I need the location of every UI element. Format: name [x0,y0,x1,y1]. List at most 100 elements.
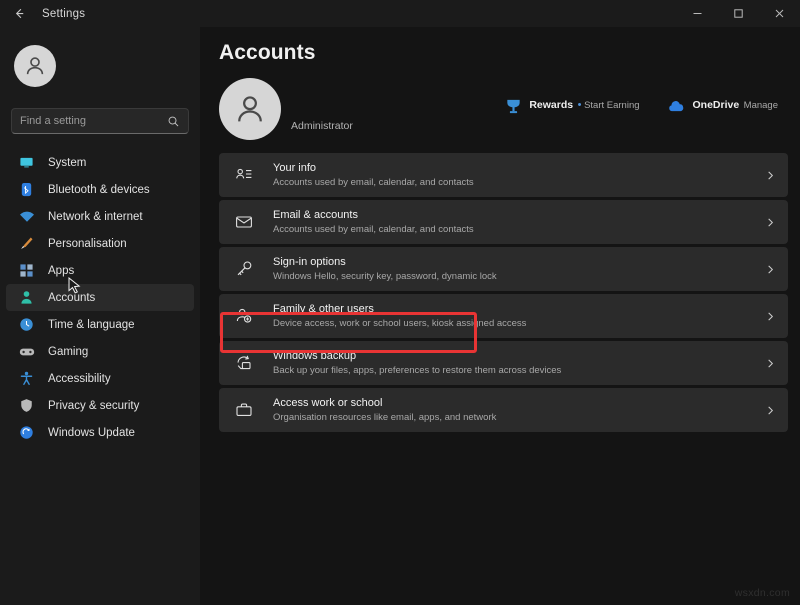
sidebar-item-time-language[interactable]: Time & language [6,311,194,338]
sidebar-item-system[interactable]: System [6,149,194,176]
row-subtitle: Back up your files, apps, preferences to… [273,364,765,377]
window-controls [677,0,800,27]
account-avatar [219,78,281,140]
search-input[interactable] [20,115,167,127]
person-icon [18,289,35,306]
chevron-right-icon [765,358,776,369]
clock-icon [18,316,35,333]
sidebar-item-label: Network & internet [48,211,143,223]
sidebar-item-label: Privacy & security [48,400,139,412]
key-icon [234,259,254,279]
sidebar-item-privacy-security[interactable]: Privacy & security [6,392,194,419]
onedrive-link[interactable]: OneDrive Manage [668,95,778,115]
backup-sync-icon [234,353,254,373]
row-subtitle: Device access, work or school users, kio… [273,317,765,330]
maximize-button[interactable] [718,0,759,27]
sidebar-item-accessibility[interactable]: Accessibility [6,365,194,392]
row-sign-in-options[interactable]: Sign-in options Windows Hello, security … [219,247,788,291]
sidebar-item-apps[interactable]: Apps [6,257,194,284]
row-text: Windows backup Back up your files, apps,… [273,349,765,377]
chevron-right-icon [765,264,776,275]
row-email-accounts[interactable]: Email & accounts Accounts used by email,… [219,200,788,244]
shield-icon [18,397,35,414]
mouse-cursor [68,277,81,296]
header-links: Rewards • Start Earning OneDrive Manage [504,95,778,115]
chevron-right-icon [765,170,776,181]
watermark: wsxdn.com [735,587,790,599]
minimize-button[interactable] [677,0,718,27]
person-list-icon [234,165,254,185]
settings-window: Settings [0,0,800,605]
wifi-icon [18,208,35,225]
rewards-text: Rewards • Start Earning [529,95,639,113]
row-family-other-users[interactable]: Family & other users Device access, work… [219,294,788,338]
row-title: Access work or school [273,396,765,410]
apps-grid-icon [18,262,35,279]
accessibility-icon [18,370,35,387]
row-title: Sign-in options [273,255,765,269]
sidebar-item-personalisation[interactable]: Personalisation [6,230,194,257]
status-dot-icon: • [578,99,582,111]
sidebar-item-label: Accessibility [48,373,111,385]
sidebar-item-bluetooth-devices[interactable]: Bluetooth & devices [6,176,194,203]
row-title: Your info [273,161,765,175]
onedrive-subtitle: Manage [744,100,778,111]
sidebar-item-label: Bluetooth & devices [48,184,150,196]
sidebar-profile[interactable] [0,37,200,87]
settings-rows: Your info Accounts used by email, calend… [219,153,788,432]
row-title: Email & accounts [273,208,765,222]
sidebar-item-label: Personalisation [48,238,127,250]
row-windows-backup[interactable]: Windows backup Back up your files, apps,… [219,341,788,385]
onedrive-title: OneDrive [693,99,740,111]
rewards-title: Rewards [529,99,573,111]
sidebar-item-label: Time & language [48,319,135,331]
search-icon [167,115,180,128]
back-button[interactable] [0,0,38,27]
envelope-icon [234,212,254,232]
sidebar-item-windows-update[interactable]: Windows Update [6,419,194,446]
row-your-info[interactable]: Your info Accounts used by email, calend… [219,153,788,197]
sidebar-item-gaming[interactable]: Gaming [6,338,194,365]
monitor-icon [18,154,35,171]
main-content: Accounts Administrator Rewards • Start E… [200,27,800,605]
rewards-trophy-icon [504,97,522,115]
onedrive-text: OneDrive Manage [693,95,778,113]
sidebar-item-label: System [48,157,86,169]
paintbrush-icon [18,235,35,252]
onedrive-cloud-icon [668,97,686,115]
row-text: Family & other users Device access, work… [273,302,765,330]
chevron-right-icon [765,405,776,416]
close-button[interactable] [759,0,800,27]
rewards-link[interactable]: Rewards • Start Earning [504,95,639,115]
page-title: Accounts [219,41,800,65]
row-title: Windows backup [273,349,765,363]
person-add-icon [234,306,254,326]
row-text: Email & accounts Accounts used by email,… [273,208,765,236]
sidebar-item-label: Apps [48,265,74,277]
update-icon [18,424,35,441]
sidebar-item-label: Gaming [48,346,88,358]
row-title: Family & other users [273,302,765,316]
row-access-work-school[interactable]: Access work or school Organisation resou… [219,388,788,432]
sidebar-item-accounts[interactable]: Accounts [6,284,194,311]
row-subtitle: Organisation resources like email, apps,… [273,411,765,424]
chevron-right-icon [765,217,776,228]
rewards-subtitle: • Start Earning [578,100,640,111]
row-text: Your info Accounts used by email, calend… [273,161,765,189]
briefcase-icon [234,400,254,420]
account-name: Administrator [291,120,353,132]
gamepad-icon [18,343,35,360]
sidebar-item-label: Windows Update [48,427,135,439]
sidebar-nav: System Bluetooth & devices Network & int… [0,149,200,446]
row-subtitle: Accounts used by email, calendar, and co… [273,223,765,236]
search-box[interactable] [11,108,189,134]
bluetooth-icon [18,181,35,198]
avatar [14,45,56,87]
row-subtitle: Windows Hello, security key, password, d… [273,270,765,283]
sidebar: System Bluetooth & devices Network & int… [0,27,200,605]
sidebar-item-network-internet[interactable]: Network & internet [6,203,194,230]
row-text: Sign-in options Windows Hello, security … [273,255,765,283]
row-text: Access work or school Organisation resou… [273,396,765,424]
chevron-right-icon [765,311,776,322]
title-bar: Settings [0,0,800,27]
